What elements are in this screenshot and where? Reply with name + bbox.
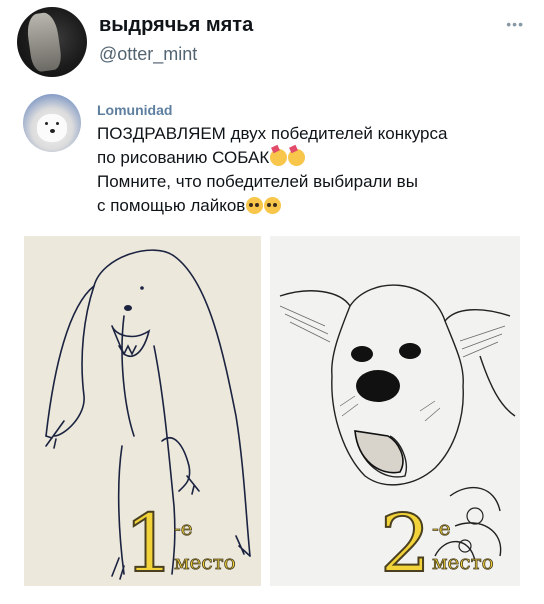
drawing-first-place: 1 -е место [24, 236, 261, 586]
user-avatar[interactable] [17, 7, 87, 77]
drawing-second-place: 2 -е место [270, 236, 520, 586]
post-line-2: по рисованию СОБАК [97, 146, 527, 170]
pleading-face-icon [264, 197, 282, 214]
tweet-header: выдрячья мята @otter_mint ••• [0, 0, 544, 84]
post-line-4-text: с помощью лайков [97, 196, 246, 215]
more-horizontal-icon[interactable]: ••• [506, 16, 524, 32]
post-line-4: с помощью лайков [97, 194, 527, 218]
place-number-second: 2 [379, 497, 432, 586]
post-line-1: ПОЗДРАВЛЯЕМ двух победителей конкурса [97, 124, 448, 143]
place-number-first: 1 [123, 497, 176, 586]
pleading-face-icon [246, 197, 264, 214]
partying-face-icon [270, 149, 288, 166]
post-line-2-text: по рисованию СОБАК [97, 148, 270, 167]
place-word-second: место [432, 550, 494, 575]
display-name[interactable]: выдрячья мята [99, 14, 253, 37]
place-suffix-first: -е [174, 516, 193, 541]
place-suffix-second: -е [432, 516, 451, 541]
partying-face-icon [288, 149, 306, 166]
place-word-first: место [174, 550, 236, 575]
post-line-3: Помните, что победителей выбирали вы [97, 172, 418, 191]
embedded-post-text: ПОЗДРАВЛЯЕМ двух победителей конкурса по… [97, 122, 527, 218]
tweet-media-screenshot[interactable]: Lomunidad ПОЗДРАВЛЯЕМ двух победителей к… [0, 84, 544, 604]
embedded-avatar [23, 94, 81, 152]
embedded-author-name: Lomunidad [97, 102, 173, 118]
user-handle[interactable]: @otter_mint [99, 44, 197, 65]
